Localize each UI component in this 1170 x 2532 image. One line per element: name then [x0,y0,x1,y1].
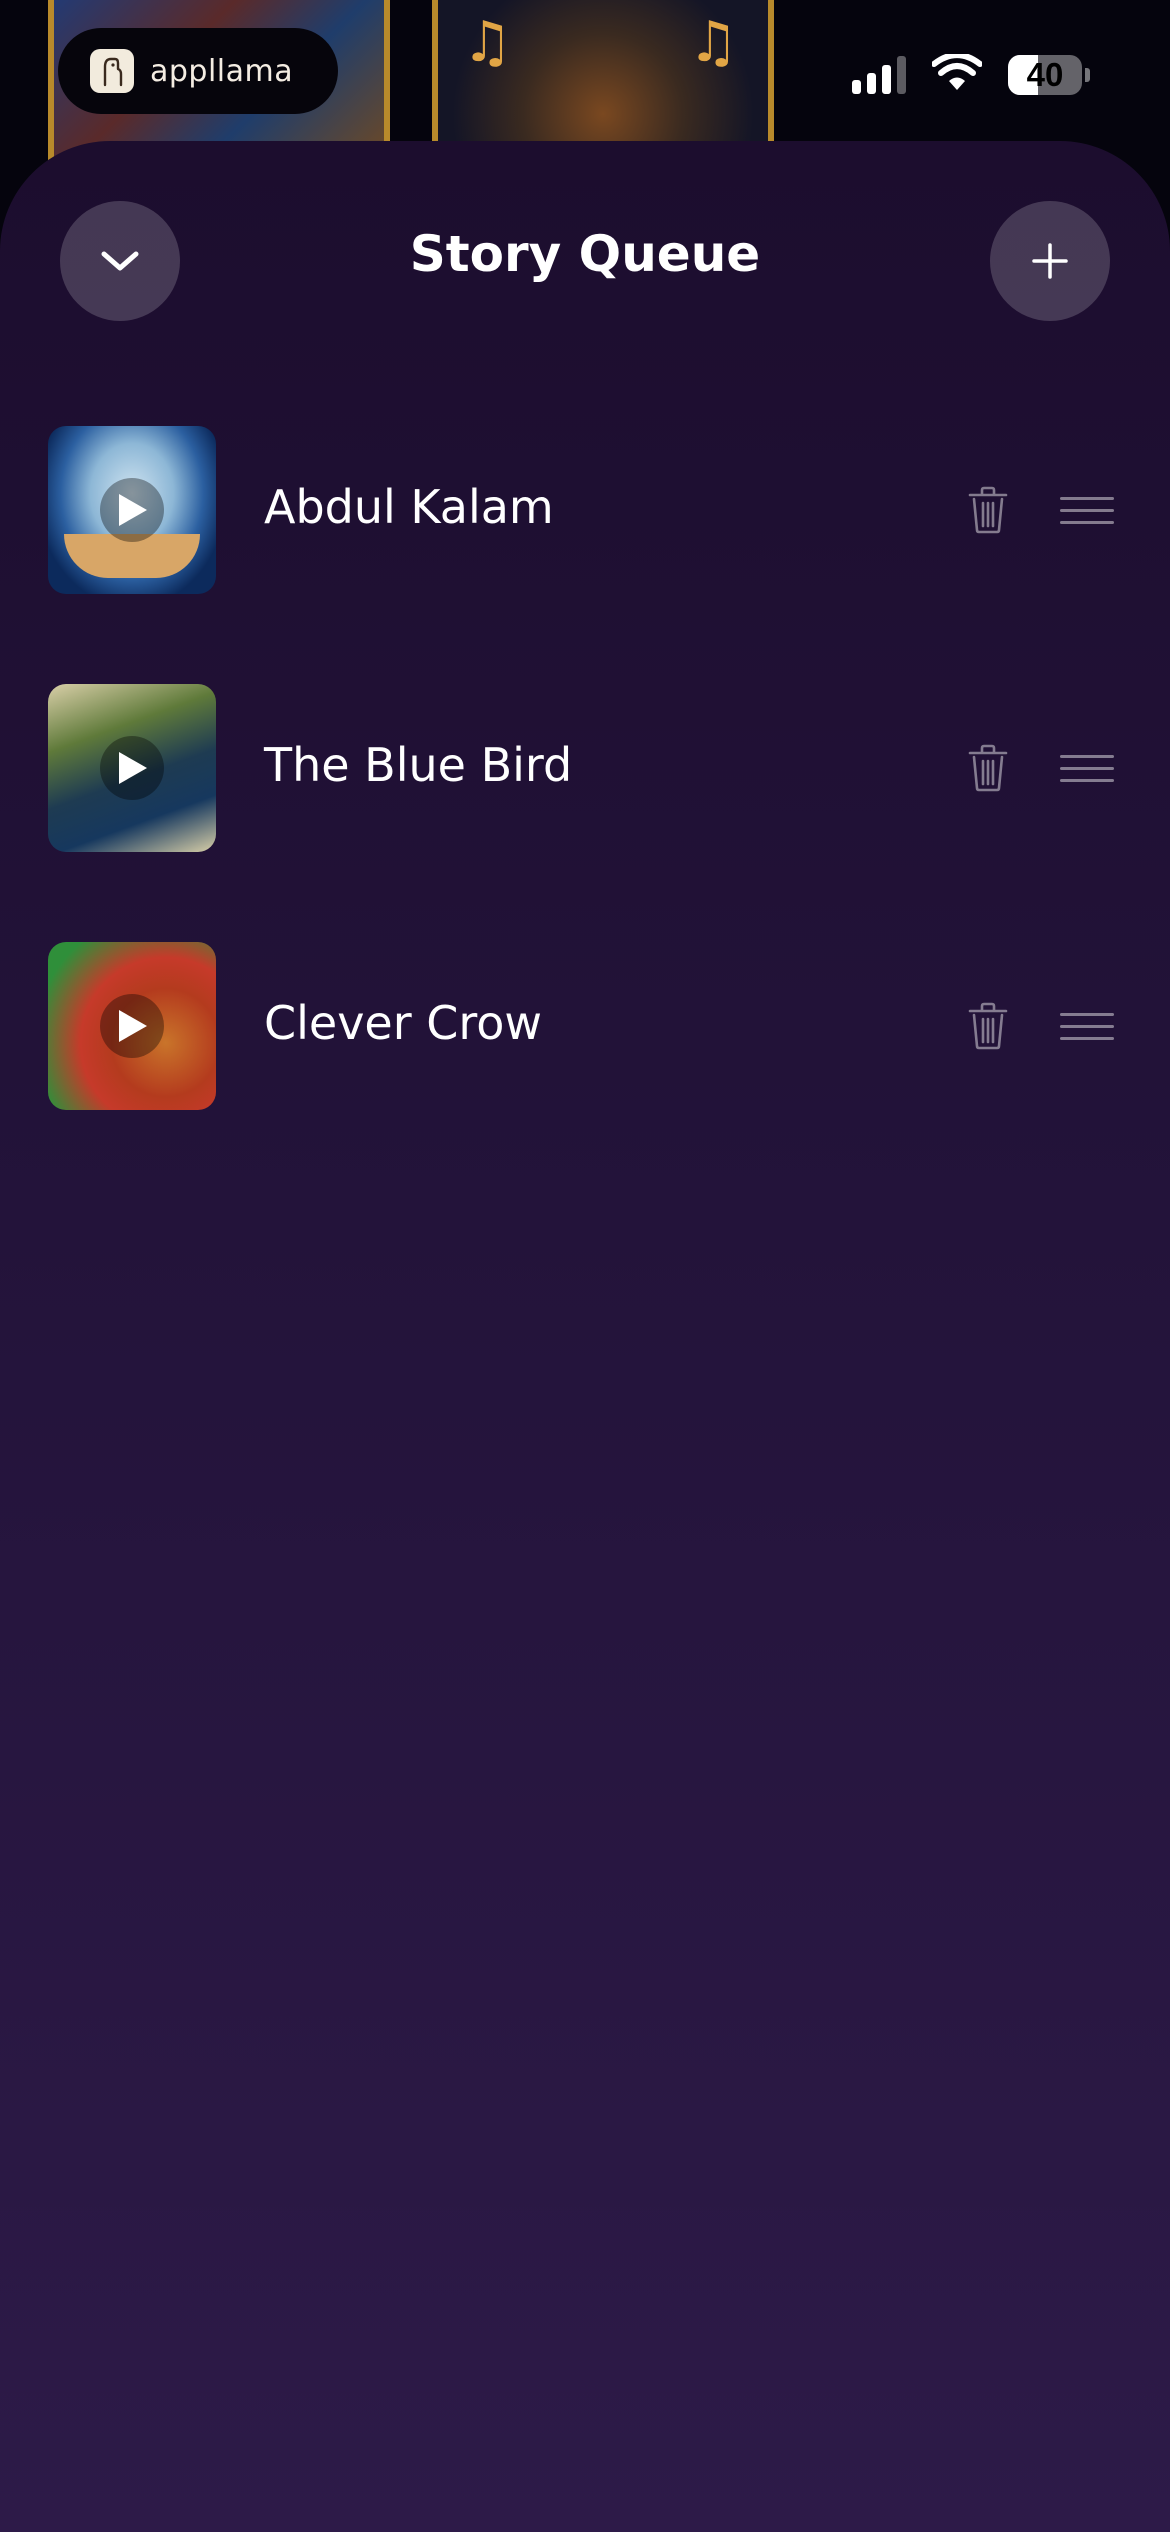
drag-handle[interactable] [1060,744,1116,792]
llama-logo-icon [90,49,134,93]
story-thumbnail[interactable] [48,426,216,594]
story-title: The Blue Bird [264,738,573,792]
play-icon[interactable] [100,994,164,1058]
drag-handle[interactable] [1060,486,1116,534]
status-icons: 40 [852,52,1090,96]
wifi-icon [931,52,983,96]
trash-icon [968,744,1008,792]
story-title: Clever Crow [264,996,543,1050]
add-story-button[interactable] [990,201,1110,321]
battery-indicator: 40 [1008,55,1090,95]
story-title: Abdul Kalam [264,480,554,534]
play-icon[interactable] [100,736,164,800]
drag-handle[interactable] [1060,1002,1116,1050]
delete-button[interactable] [960,998,1016,1054]
story-thumbnail[interactable] [48,684,216,852]
story-queue-sheet: Story Queue Abdul Kalam The Blue Bird Cl… [0,141,1170,2532]
battery-percentage: 40 [1026,56,1064,93]
queue-item[interactable]: Clever Crow [0,942,1170,1110]
trash-icon [968,1002,1008,1050]
trash-icon [968,486,1008,534]
queue-item[interactable]: The Blue Bird [0,684,1170,852]
play-icon[interactable] [100,478,164,542]
status-bar: appllama 40 [0,0,1170,150]
delete-button[interactable] [960,740,1016,796]
cellular-signal-icon [852,56,906,94]
brand-badge: appllama [58,28,338,114]
plus-icon [1032,243,1068,279]
story-thumbnail[interactable] [48,942,216,1110]
delete-button[interactable] [960,482,1016,538]
brand-name: appllama [150,53,294,89]
queue-item[interactable]: Abdul Kalam [0,426,1170,594]
